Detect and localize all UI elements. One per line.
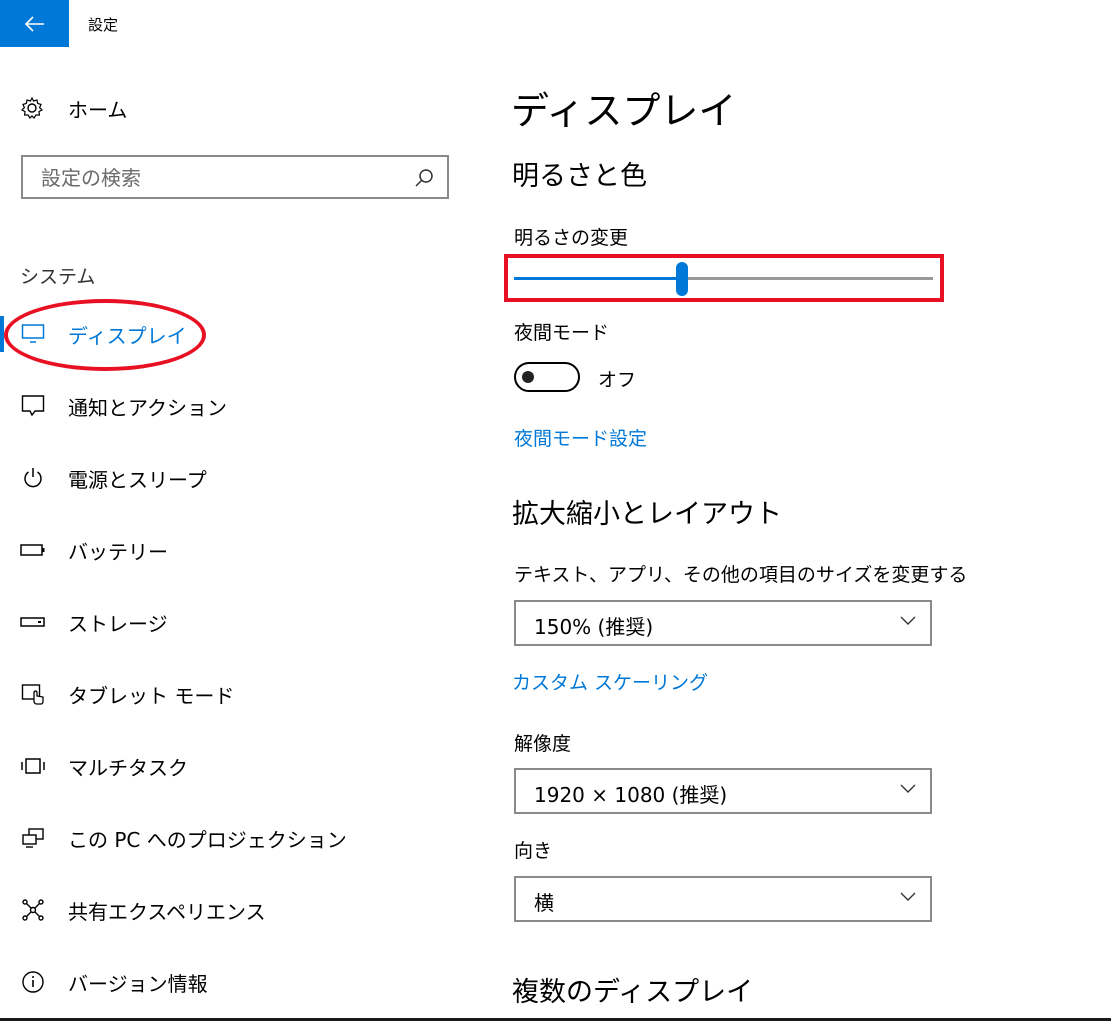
brightness-color-heading: 明るさと色 <box>512 161 647 192</box>
scale-label: テキスト、アプリ、その他の項目のサイズを変更する <box>514 564 968 586</box>
chevron-down-icon <box>900 892 916 901</box>
sidebar-item-label: ストレージ <box>68 611 168 636</box>
resolution-dropdown-value: 1920 × 1080 (推奨) <box>534 783 728 807</box>
scale-layout-heading: 拡大縮小とレイアウト <box>512 499 782 530</box>
sidebar-item-notifications[interactable]: 通知とアクション <box>0 386 450 426</box>
sidebar-item-label: タブレット モード <box>68 683 235 708</box>
resolution-label: 解像度 <box>514 733 572 755</box>
back-button[interactable] <box>0 0 69 47</box>
night-mode-settings-link[interactable]: 夜間モード設定 <box>514 424 647 451</box>
power-icon <box>20 465 46 491</box>
sidebar-item-multitask[interactable]: マルチタスク <box>0 746 450 786</box>
sidebar-item-shared-experience[interactable]: 共有エクスペリエンス <box>0 890 450 930</box>
scale-dropdown-value: 150% (推奨) <box>534 615 654 639</box>
night-mode-toggle[interactable] <box>514 362 580 392</box>
slider-thumb[interactable] <box>675 262 688 296</box>
window-title: 設定 <box>88 16 119 34</box>
chevron-down-icon <box>900 784 916 793</box>
night-mode-state: オフ <box>598 369 637 391</box>
orientation-dropdown[interactable]: 横 <box>514 876 932 922</box>
storage-icon <box>20 609 46 635</box>
sidebar-item-power[interactable]: 電源とスリープ <box>0 458 450 498</box>
sidebar-item-about[interactable]: バージョン情報 <box>0 962 450 1002</box>
chevron-down-icon <box>900 616 916 625</box>
projection-icon <box>20 825 46 851</box>
tablet-mode-icon <box>20 681 46 707</box>
shared-experience-icon <box>20 897 46 923</box>
sidebar-item-label: 電源とスリープ <box>68 467 207 492</box>
arrow-left-icon <box>24 15 44 32</box>
info-icon <box>20 969 46 995</box>
brightness-slider[interactable] <box>514 262 933 296</box>
sidebar-item-label: この PC へのプロジェクション <box>68 827 347 852</box>
sidebar-item-label: 共有エクスペリエンス <box>68 899 266 924</box>
sidebar-item-display[interactable]: ディスプレイ <box>0 314 450 354</box>
multitask-icon <box>20 753 46 779</box>
custom-scaling-link[interactable]: カスタム スケーリング <box>512 668 708 695</box>
sidebar-item-label: ディスプレイ <box>68 323 187 348</box>
gear-icon <box>21 96 43 119</box>
orientation-label: 向き <box>514 840 553 862</box>
sidebar-item-home[interactable]: ホーム <box>20 92 450 124</box>
sidebar-item-label: マルチタスク <box>68 755 188 780</box>
monitor-icon <box>20 321 46 347</box>
sidebar-item-label: バッテリー <box>68 539 168 564</box>
sidebar-item-label: バージョン情報 <box>68 971 208 996</box>
battery-icon <box>20 537 46 563</box>
brightness-label: 明るさの変更 <box>514 227 629 249</box>
sidebar-item-projection[interactable]: この PC へのプロジェクション <box>0 818 450 858</box>
sidebar-item-label: ホーム <box>68 97 128 122</box>
sidebar-item-tablet-mode[interactable]: タブレット モード <box>0 674 450 714</box>
sidebar-item-battery[interactable]: バッテリー <box>0 530 450 570</box>
toggle-knob <box>522 371 534 383</box>
search-input[interactable] <box>39 163 403 193</box>
sidebar-item-label: 通知とアクション <box>68 395 227 420</box>
slider-fill <box>514 277 682 280</box>
page-title: ディスプレイ <box>511 89 737 133</box>
sidebar-item-storage[interactable]: ストレージ <box>0 602 450 642</box>
sidebar-section-header: システム <box>20 266 96 288</box>
night-mode-label: 夜間モード <box>514 322 610 344</box>
scale-dropdown[interactable]: 150% (推奨) <box>514 600 932 646</box>
notification-icon <box>20 393 46 419</box>
multiple-displays-heading: 複数のディスプレイ <box>512 977 754 1008</box>
search-icon[interactable] <box>413 167 435 189</box>
search-box[interactable] <box>21 155 449 199</box>
resolution-dropdown[interactable]: 1920 × 1080 (推奨) <box>514 768 932 814</box>
orientation-dropdown-value: 横 <box>534 891 554 915</box>
